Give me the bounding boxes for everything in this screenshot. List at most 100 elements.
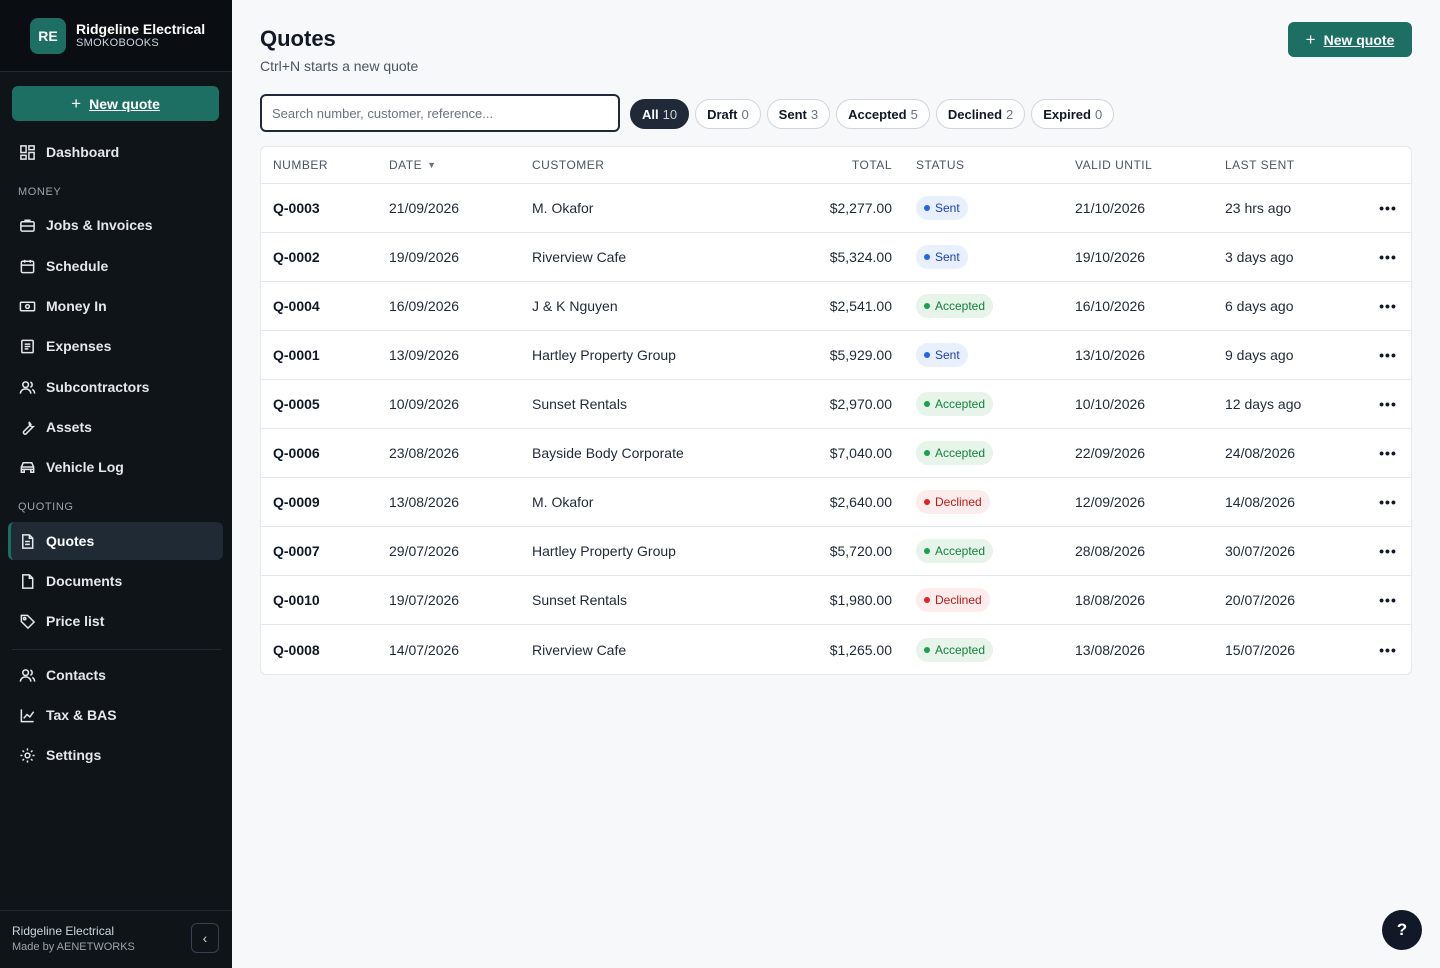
filter-chip-declined[interactable]: Declined 2	[935, 99, 1026, 129]
status-badge: Accepted	[916, 294, 994, 318]
column-header-date[interactable]: DATE ▼	[389, 147, 437, 183]
column-header-valid-until[interactable]: VALID UNTIL	[1075, 147, 1152, 183]
column-header-total[interactable]: TOTAL	[852, 147, 892, 183]
quote-last-sent: 9 days ago	[1225, 347, 1294, 363]
quote-status: Declined	[916, 576, 990, 624]
users-icon	[18, 378, 36, 396]
quote-date: 14/07/2026	[389, 641, 460, 658]
quote-number[interactable]: Q-0008	[273, 625, 320, 674]
table-row[interactable]: Q-0001 13/09/2026 Hartley Property Group $5…	[261, 331, 1411, 380]
table-row[interactable]: Q-0008 14/07/2026 Riverview Cafe $1,265.00 A…	[261, 625, 1411, 674]
search-input[interactable]	[260, 94, 620, 132]
brand-sub: SMOKOBOOKS	[76, 37, 160, 49]
sidebar-item-vehicle-log[interactable]: Vehicle Log	[8, 448, 223, 486]
quote-number[interactable]: Q-0010	[273, 576, 320, 624]
quote-number[interactable]: Q-0001	[273, 331, 320, 379]
sidebar-item-label: Subcontractors	[46, 379, 150, 395]
chip-label: Accepted	[848, 106, 907, 122]
row-more-menu-button[interactable]: •••	[1370, 380, 1406, 428]
quote-last-sent: 12 days ago	[1225, 396, 1302, 412]
filter-chip-accepted[interactable]: Accepted 5	[836, 99, 930, 129]
sidebar-item-dashboard[interactable]: Dashboard	[8, 133, 223, 171]
quote-total: $5,929.00	[829, 347, 892, 363]
filter-chip-draft[interactable]: Draft 0	[695, 99, 761, 129]
chip-label: Declined	[947, 106, 1003, 122]
row-more-menu-button[interactable]: •••	[1370, 478, 1406, 526]
table-row[interactable]: Q-0003 21/09/2026 M. Okafor $2,277.00 Sent 21…	[261, 184, 1411, 233]
filter-chip-sent[interactable]: Sent 3	[766, 99, 831, 129]
quote-customer: J & K Nguyen	[532, 298, 618, 314]
status-dot-icon	[924, 548, 930, 554]
sidebar-item-contacts[interactable]: Contacts	[8, 656, 223, 694]
sidebar-item-tax[interactable]: Tax & BAS	[8, 696, 223, 734]
sidebar-item-quotes[interactable]: Quotes	[8, 522, 223, 560]
status-label: Accepted	[935, 299, 986, 313]
status-label: Sent	[935, 201, 960, 215]
sidebar-item-jobs[interactable]: Jobs & Invoices	[8, 206, 223, 244]
quote-status: Accepted	[916, 527, 994, 575]
table-row[interactable]: Q-0009 13/08/2026 M. Okafor $2,640.00 Declin…	[261, 478, 1411, 527]
table-row[interactable]: Q-0010 19/07/2026 Sunset Rentals $1,980.00 D…	[261, 576, 1411, 625]
sidebar-item-subcontractors[interactable]: Subcontractors	[8, 368, 223, 406]
chip-count: 10	[662, 106, 678, 122]
row-more-menu-button[interactable]: •••	[1370, 331, 1406, 379]
column-header-number[interactable]: NUMBER	[273, 147, 328, 183]
quote-customer: Hartley Property Group	[532, 543, 676, 559]
row-more-menu-button[interactable]: •••	[1370, 282, 1406, 330]
collapse-sidebar-button[interactable]: ‹	[191, 923, 219, 953]
row-more-menu-button[interactable]: •••	[1370, 184, 1406, 232]
table-row[interactable]: Q-0007 29/07/2026 Hartley Property Group $5…	[261, 527, 1411, 576]
status-label: Accepted	[935, 642, 986, 657]
quote-number[interactable]: Q-0002	[273, 233, 320, 281]
table-row[interactable]: Q-0002 19/09/2026 Riverview Cafe $5,324.00 S…	[261, 233, 1411, 282]
table-row[interactable]: Q-0005 10/09/2026 Sunset Rentals $2,970.00 A…	[261, 380, 1411, 429]
new-quote-button[interactable]: + New quote	[1288, 22, 1412, 57]
chip-count: 5	[910, 106, 918, 122]
quote-number[interactable]: Q-0004	[273, 282, 320, 330]
filter-chip-expired[interactable]: Expired 0	[1031, 99, 1115, 129]
new-quote-label: New quote	[1323, 31, 1395, 48]
brand-name: Ridgeline Electrical	[76, 21, 206, 37]
brand-logo: RE	[30, 17, 66, 54]
quote-customer: Riverview Cafe	[532, 249, 627, 265]
quote-number[interactable]: Q-0007	[273, 527, 320, 575]
quote-date: 13/08/2026	[389, 494, 460, 510]
quote-number[interactable]: Q-0005	[273, 380, 320, 428]
sidebar-item-assets[interactable]: Assets	[8, 408, 223, 446]
sidebar-new-quote-button[interactable]: + New quote	[12, 86, 219, 121]
help-button[interactable]: ?	[1382, 910, 1422, 950]
quote-total: $2,277.00	[829, 200, 892, 216]
row-more-menu-button[interactable]: •••	[1370, 233, 1406, 281]
table-row[interactable]: Q-0006 23/08/2026 Bayside Body Corporate $7…	[261, 429, 1411, 478]
sidebar-item-documents[interactable]: Documents	[8, 562, 223, 600]
row-more-menu-button[interactable]: •••	[1370, 576, 1406, 624]
row-more-menu-button[interactable]: •••	[1370, 625, 1406, 674]
row-more-menu-button[interactable]: •••	[1370, 527, 1406, 575]
sidebar-item-price-list[interactable]: Price list	[8, 602, 223, 640]
status-badge: Accepted	[916, 392, 994, 416]
chart-line-icon	[18, 706, 36, 724]
table-row[interactable]: Q-0004 16/09/2026 J & K Nguyen $2,541.00 Acc…	[261, 282, 1411, 331]
quote-number[interactable]: Q-0009	[273, 478, 320, 526]
status-badge: Accepted	[916, 539, 994, 563]
sidebar-item-label: Jobs & Invoices	[46, 217, 153, 233]
sidebar-item-expenses[interactable]: Expenses	[8, 327, 223, 365]
quote-number[interactable]: Q-0006	[273, 429, 320, 477]
sidebar-item-schedule[interactable]: Schedule	[8, 247, 223, 285]
sidebar-new-quote-label: New quote	[89, 95, 160, 112]
status-dot-icon	[924, 205, 930, 211]
column-header-status[interactable]: STATUS	[916, 147, 965, 183]
page-title: Quotes	[260, 26, 336, 51]
gear-icon	[18, 746, 36, 764]
table-body: Q-0003 21/09/2026 M. Okafor $2,277.00 Sent 21…	[261, 184, 1411, 674]
receipt-icon	[18, 337, 36, 355]
filter-chip-all[interactable]: All 10	[630, 99, 690, 129]
sidebar-item-settings[interactable]: Settings	[8, 736, 223, 774]
column-header-customer[interactable]: CUSTOMER	[532, 147, 604, 183]
row-more-menu-button[interactable]: •••	[1370, 429, 1406, 477]
quote-number[interactable]: Q-0003	[273, 184, 320, 232]
column-header-last-sent[interactable]: LAST SENT	[1225, 147, 1295, 183]
sidebar-item-money-in[interactable]: Money In	[8, 287, 223, 325]
status-dot-icon	[924, 352, 930, 358]
chip-label: Draft	[707, 106, 738, 122]
